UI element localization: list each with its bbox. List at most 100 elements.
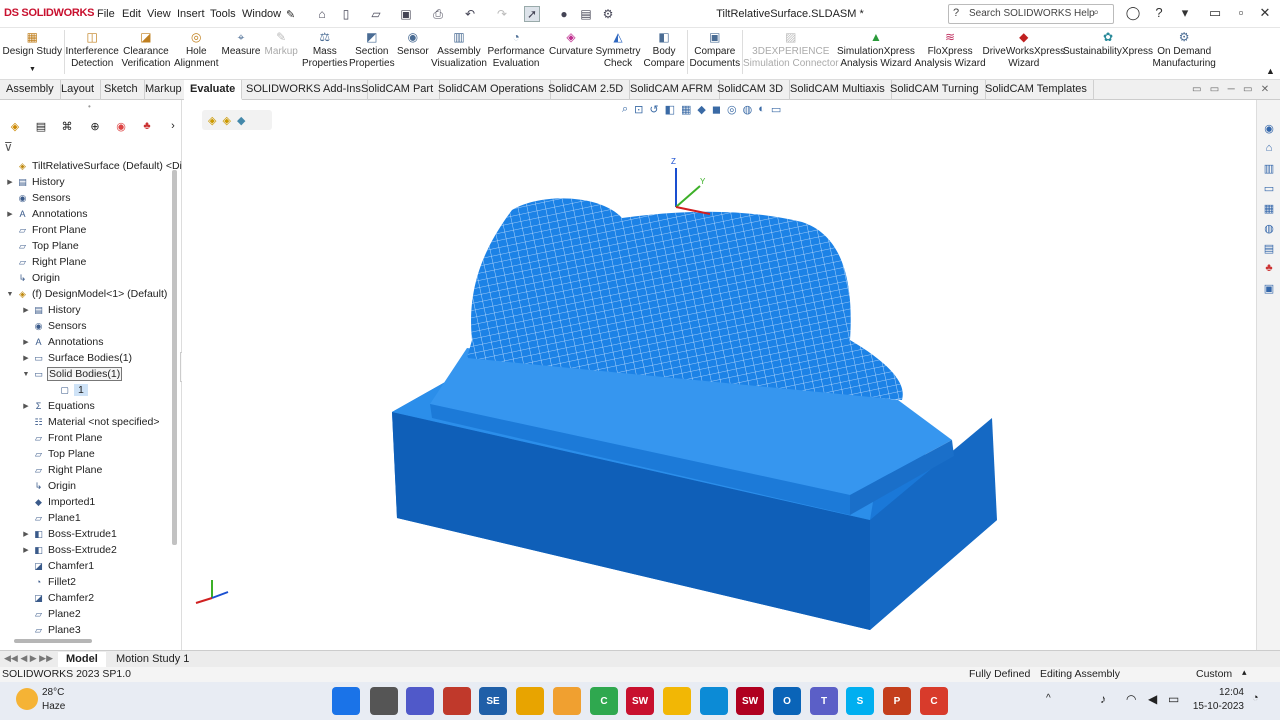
command-interference[interactable]: ◫ Interference Detection (66, 30, 119, 78)
tree-item[interactable]: ◈ TiltRelativeSurface (Default) <Dis (4, 158, 187, 174)
tree-item[interactable]: ◆ Imported1 (20, 494, 95, 510)
notification-icon[interactable]: ◔ (1252, 692, 1259, 704)
tree-item[interactable]: ▼ ▭ Solid Bodies(1) (20, 366, 123, 382)
volume-icon[interactable]: ◀ (1148, 692, 1157, 706)
tree-item[interactable]: ◉ Sensors (20, 318, 87, 334)
expand-arrow-icon[interactable]: ▼ (4, 291, 16, 298)
home-icon[interactable]: ⌂ (314, 6, 330, 22)
forum-icon[interactable]: ▣ (1260, 282, 1278, 300)
collapse-ribbon-icon[interactable]: ▲ (1266, 66, 1275, 76)
panel-expand-icon[interactable]: › (164, 120, 182, 136)
weather-temp[interactable]: 28°C (42, 687, 64, 698)
tree-item[interactable]: ▶ A Annotations (4, 206, 87, 222)
expand-arrow-icon[interactable]: ▶ (20, 530, 32, 538)
tab-solidworks-add-ins[interactable]: SOLIDWORKS Add-Ins (240, 80, 368, 100)
user-account-icon[interactable]: ◯ (1124, 5, 1142, 23)
save-icon[interactable]: ▣ (398, 6, 414, 22)
tree-item[interactable]: ▶ ◧ Boss-Extrude1 (20, 526, 117, 542)
help-dropdown-icon[interactable]: ▾ (1176, 5, 1194, 23)
command-sensor[interactable]: ◉ Sensor (397, 30, 429, 78)
taskbar-se-icon[interactable]: SE (479, 687, 507, 715)
tree-item[interactable]: ▱ Right Plane (20, 462, 102, 478)
tree-item[interactable]: ☷ Material <not specified> (20, 414, 159, 430)
tree-item[interactable]: ◔ Fillet2 (20, 574, 76, 590)
tab-solidcam-operations[interactable]: SolidCAM Operations (432, 80, 551, 100)
clock-date[interactable]: 15-10-2023 (1190, 701, 1244, 712)
splitter-handle[interactable]: • (88, 102, 91, 111)
rebuild-icon[interactable]: ● (556, 6, 572, 22)
graphics-area[interactable]: ◈ ◈ ◆ ⌕ ⊡ ↺ ◧ ▦ ◆ ◼ ◎ ◍ ◐ ▭ Z Y (182, 100, 1256, 650)
minimize-window-icon[interactable]: ▫ (1232, 5, 1250, 23)
property-manager-tab-icon[interactable]: ▤ (32, 120, 50, 136)
tree-item[interactable]: ▶ ▤ History (4, 174, 64, 190)
expand-arrow-icon[interactable]: ▶ (4, 178, 16, 186)
solidcam-tab-icon[interactable]: ♣ (138, 120, 156, 136)
expand-arrow-icon[interactable]: ▶ (20, 402, 32, 410)
configuration-manager-tab-icon[interactable]: ⌘ (58, 120, 76, 136)
appearances-icon[interactable]: ◍ (1260, 222, 1278, 240)
tree-item[interactable]: ▱ Plane3 (20, 622, 81, 638)
battery-icon[interactable]: ▭ (1168, 692, 1179, 706)
command-3dx[interactable]: ▨ 3DEXPERIENCE Simulation Connector (743, 30, 839, 78)
tab-markup[interactable]: Markup (139, 80, 189, 100)
command-simxpress[interactable]: ▲ SimulationXpress Analysis Wizard (837, 30, 915, 78)
tab-solidcam-2-5d[interactable]: SolidCAM 2.5D (542, 80, 631, 100)
taskbar-calendar-icon[interactable] (443, 687, 471, 715)
menu-tools[interactable]: Tools (210, 8, 236, 20)
command-symmetry[interactable]: ◭ Symmetry Check (596, 30, 641, 78)
tab-layout[interactable]: Layout (55, 80, 102, 100)
expand-arrow-icon[interactable]: ▶ (20, 338, 32, 346)
tab-solidcam-templates[interactable]: SolidCAM Templates (979, 80, 1094, 100)
wifi-icon[interactable]: ◠ (1126, 692, 1136, 706)
tab-solidcam-turning[interactable]: SolidCAM Turning (884, 80, 986, 100)
feature-manager-tab-icon[interactable]: ◈ (6, 120, 24, 136)
weather-desc[interactable]: Haze (42, 701, 65, 712)
tab-solidcam-3d[interactable]: SolidCAM 3D (711, 80, 791, 100)
command-performance[interactable]: ◔ Performance Evaluation (488, 30, 545, 78)
menu-file[interactable]: File (97, 8, 115, 20)
help-icon[interactable]: ? (1150, 5, 1168, 23)
close-window-icon[interactable]: ✕ (1256, 5, 1274, 23)
tab-solidcam-multiaxis[interactable]: SolidCAM Multiaxis (784, 80, 892, 100)
options-gear-icon[interactable]: ⚙ (600, 6, 616, 22)
tree-item[interactable]: ▱ Plane1 (20, 510, 81, 526)
dimxpert-tab-icon[interactable]: ⊕ (86, 120, 104, 136)
tree-item[interactable]: ▢ 1 (46, 382, 88, 398)
command-curvature[interactable]: ◈ Curvature (549, 30, 593, 78)
print-icon[interactable]: ⎙ (430, 6, 446, 22)
command-section[interactable]: ◩ Section Properties (349, 30, 395, 78)
tree-item[interactable]: ◪ Chamfer1 (20, 558, 94, 574)
taskbar-chrome-icon[interactable] (516, 687, 544, 715)
command-clearance[interactable]: ◪ Clearance Verification (122, 30, 171, 78)
tab-evaluate[interactable]: Evaluate (184, 80, 243, 100)
command-body-compare[interactable]: ◧ Body Compare (644, 30, 685, 78)
menu-edit[interactable]: Edit (122, 8, 141, 20)
tree-item[interactable]: ▱ Plane2 (20, 606, 81, 622)
redo-icon[interactable]: ↷ (494, 6, 510, 22)
taskbar-teams-meet-icon[interactable] (406, 687, 434, 715)
clock-time[interactable]: 12:04 (1218, 687, 1244, 698)
display-manager-tab-icon[interactable]: ◉ (112, 120, 130, 136)
command-floxpress[interactable]: ≋ FloXpress Analysis Wizard (915, 30, 986, 78)
tab-solidcam-afrm[interactable]: SolidCAM AFRM (624, 80, 720, 100)
taskbar-paint-icon[interactable] (553, 687, 581, 715)
tree-item[interactable]: ▱ Right Plane (4, 254, 86, 270)
pin-menu-icon[interactable]: ✎ (286, 8, 295, 21)
home-pane-icon[interactable]: ⌂ (1260, 142, 1278, 160)
tree-item[interactable]: ▶ ▭ Surface Bodies(1) (20, 350, 132, 366)
view-palette-icon[interactable]: ▦ (1260, 202, 1278, 220)
custom-properties-icon[interactable]: ▤ (1260, 242, 1278, 260)
command-mass[interactable]: ⚖ Mass Properties (302, 30, 348, 78)
command-sustainability[interactable]: ✿ SustainabilityXpress (1063, 30, 1153, 78)
expand-arrow-icon[interactable]: ▶ (4, 210, 16, 218)
tree-item[interactable]: ▱ Top Plane (20, 446, 95, 462)
design-study-dropdown-icon[interactable]: ▼ (29, 66, 36, 73)
tree-item[interactable]: ▱ Top Plane (4, 238, 79, 254)
tray-expand-icon[interactable]: ^ (1046, 693, 1051, 704)
taskbar-solidworks-2023-icon[interactable]: SW (626, 687, 654, 715)
expand-arrow-icon[interactable]: ▶ (20, 546, 32, 554)
menu-view[interactable]: View (147, 8, 171, 20)
tree-item[interactable]: ▱ Front Plane (20, 430, 102, 446)
taskbar-task-view-icon[interactable] (370, 687, 398, 715)
tree-item[interactable]: ▱ Front Plane (4, 222, 86, 238)
